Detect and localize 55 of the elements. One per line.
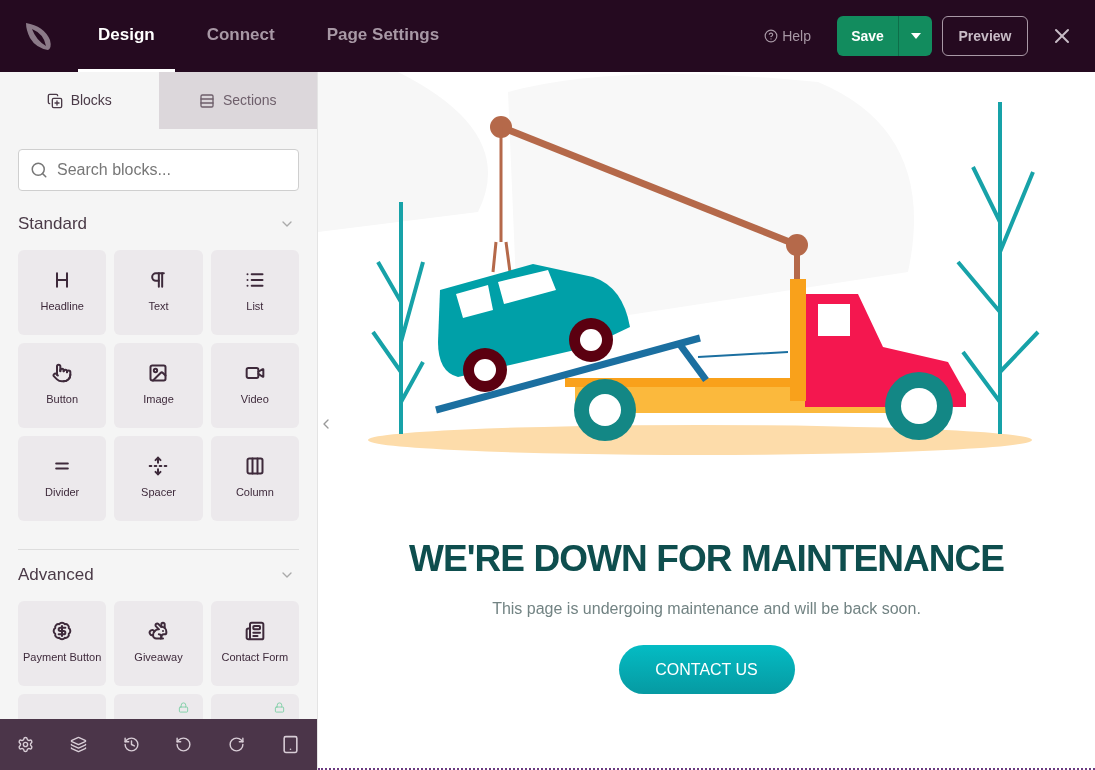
- page-headline: WE'RE DOWN FOR MAINTENANCE: [408, 537, 1005, 581]
- block-tile[interactable]: Column: [210, 436, 299, 521]
- block-label: Spacer: [141, 485, 176, 500]
- layers-icon[interactable]: [69, 736, 87, 753]
- block-label: Payment Button: [23, 650, 102, 665]
- block-tile[interactable]: List: [210, 250, 299, 335]
- block-label: Button: [46, 392, 79, 407]
- list-icon: [244, 270, 265, 290]
- block-label: Divider: [45, 485, 80, 500]
- block-tile[interactable]: Payment Button: [18, 601, 107, 686]
- help-link[interactable]: Help: [782, 25, 811, 47]
- rabbit-icon: [148, 621, 169, 641]
- block-label: Giveaway: [134, 650, 183, 665]
- block-tile[interactable]: Divider: [18, 436, 107, 521]
- block-tile[interactable]: Video: [210, 343, 299, 428]
- block-tile[interactable]: Button: [18, 343, 107, 428]
- block-label: List: [246, 299, 264, 314]
- nav-tab[interactable]: Connect: [186, 0, 295, 72]
- redo-icon[interactable]: [228, 736, 246, 753]
- history-icon[interactable]: [122, 736, 140, 753]
- block-tile[interactable]: Headline: [18, 250, 107, 335]
- settings-icon[interactable]: [17, 736, 34, 753]
- block-label: Image: [143, 392, 174, 407]
- caret-icon: [910, 33, 921, 39]
- vertical-arrows-icon: [148, 456, 169, 476]
- sidebar-tab[interactable]: Sections: [158, 72, 317, 129]
- page-subtitle: This page is undergoing maintenance and will be back soon.: [492, 599, 921, 619]
- columns-icon: [244, 456, 265, 476]
- block-label: Column: [235, 485, 274, 500]
- save-button[interactable]: Save: [837, 16, 899, 56]
- help-icon: [764, 29, 779, 43]
- block-tile[interactable]: Giveaway: [114, 601, 203, 686]
- undo-icon[interactable]: [175, 736, 193, 753]
- nav-tab[interactable]: Page Settings: [306, 0, 460, 72]
- block-tile[interactable]: Text: [114, 250, 203, 335]
- block-label: Text: [148, 299, 169, 314]
- block-label: Video: [240, 392, 269, 407]
- image-icon: [148, 363, 169, 383]
- tablet-icon[interactable]: [281, 735, 300, 754]
- pointer-hand-icon: [52, 363, 73, 383]
- dollar-badge-icon: [52, 621, 73, 641]
- group-title: Advanced: [18, 564, 94, 587]
- group-title: Standard: [18, 213, 87, 236]
- rows-icon: [198, 92, 215, 109]
- search-field[interactable]: Search blocks...: [18, 149, 299, 191]
- preview-button[interactable]: Preview: [942, 16, 1028, 56]
- block-tile[interactable]: Image: [114, 343, 203, 428]
- newspaper-icon: [244, 621, 265, 641]
- block-label: Contact Form: [221, 650, 289, 665]
- search-icon: [30, 161, 48, 179]
- block-tile[interactable]: Spacer: [114, 436, 203, 521]
- block-tile[interactable]: Contact Form: [210, 601, 299, 686]
- save-options-button[interactable]: [899, 16, 932, 56]
- add-copy-icon: [46, 92, 63, 109]
- block-label: Headline: [40, 299, 84, 314]
